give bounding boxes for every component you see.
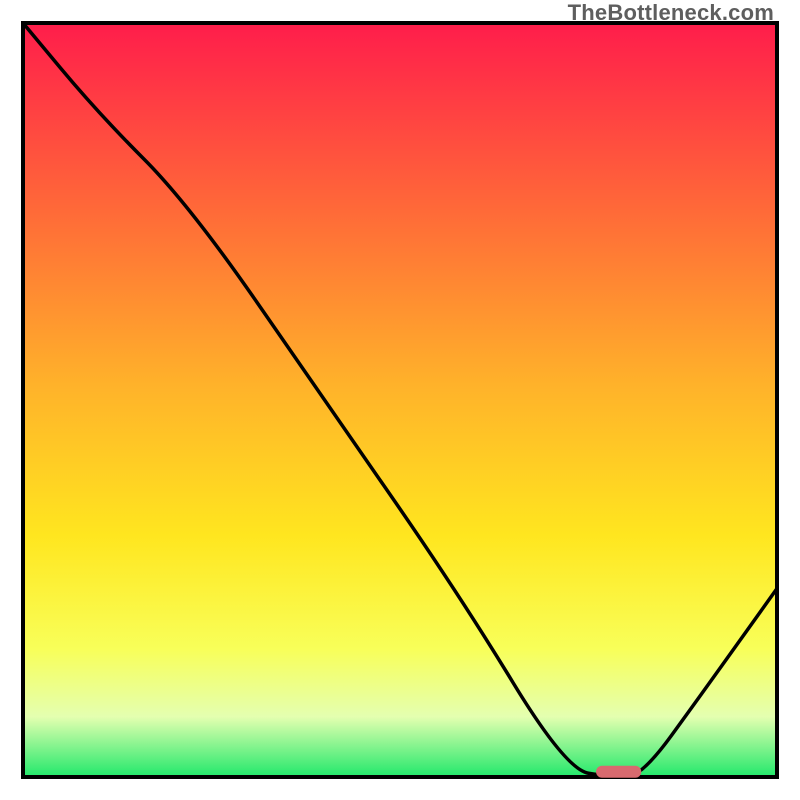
bottleneck-plot <box>0 0 800 800</box>
watermark-text: TheBottleneck.com <box>568 0 774 26</box>
plot-background <box>23 23 777 777</box>
optimal-zone-marker <box>596 766 641 778</box>
chart-container: TheBottleneck.com <box>0 0 800 800</box>
